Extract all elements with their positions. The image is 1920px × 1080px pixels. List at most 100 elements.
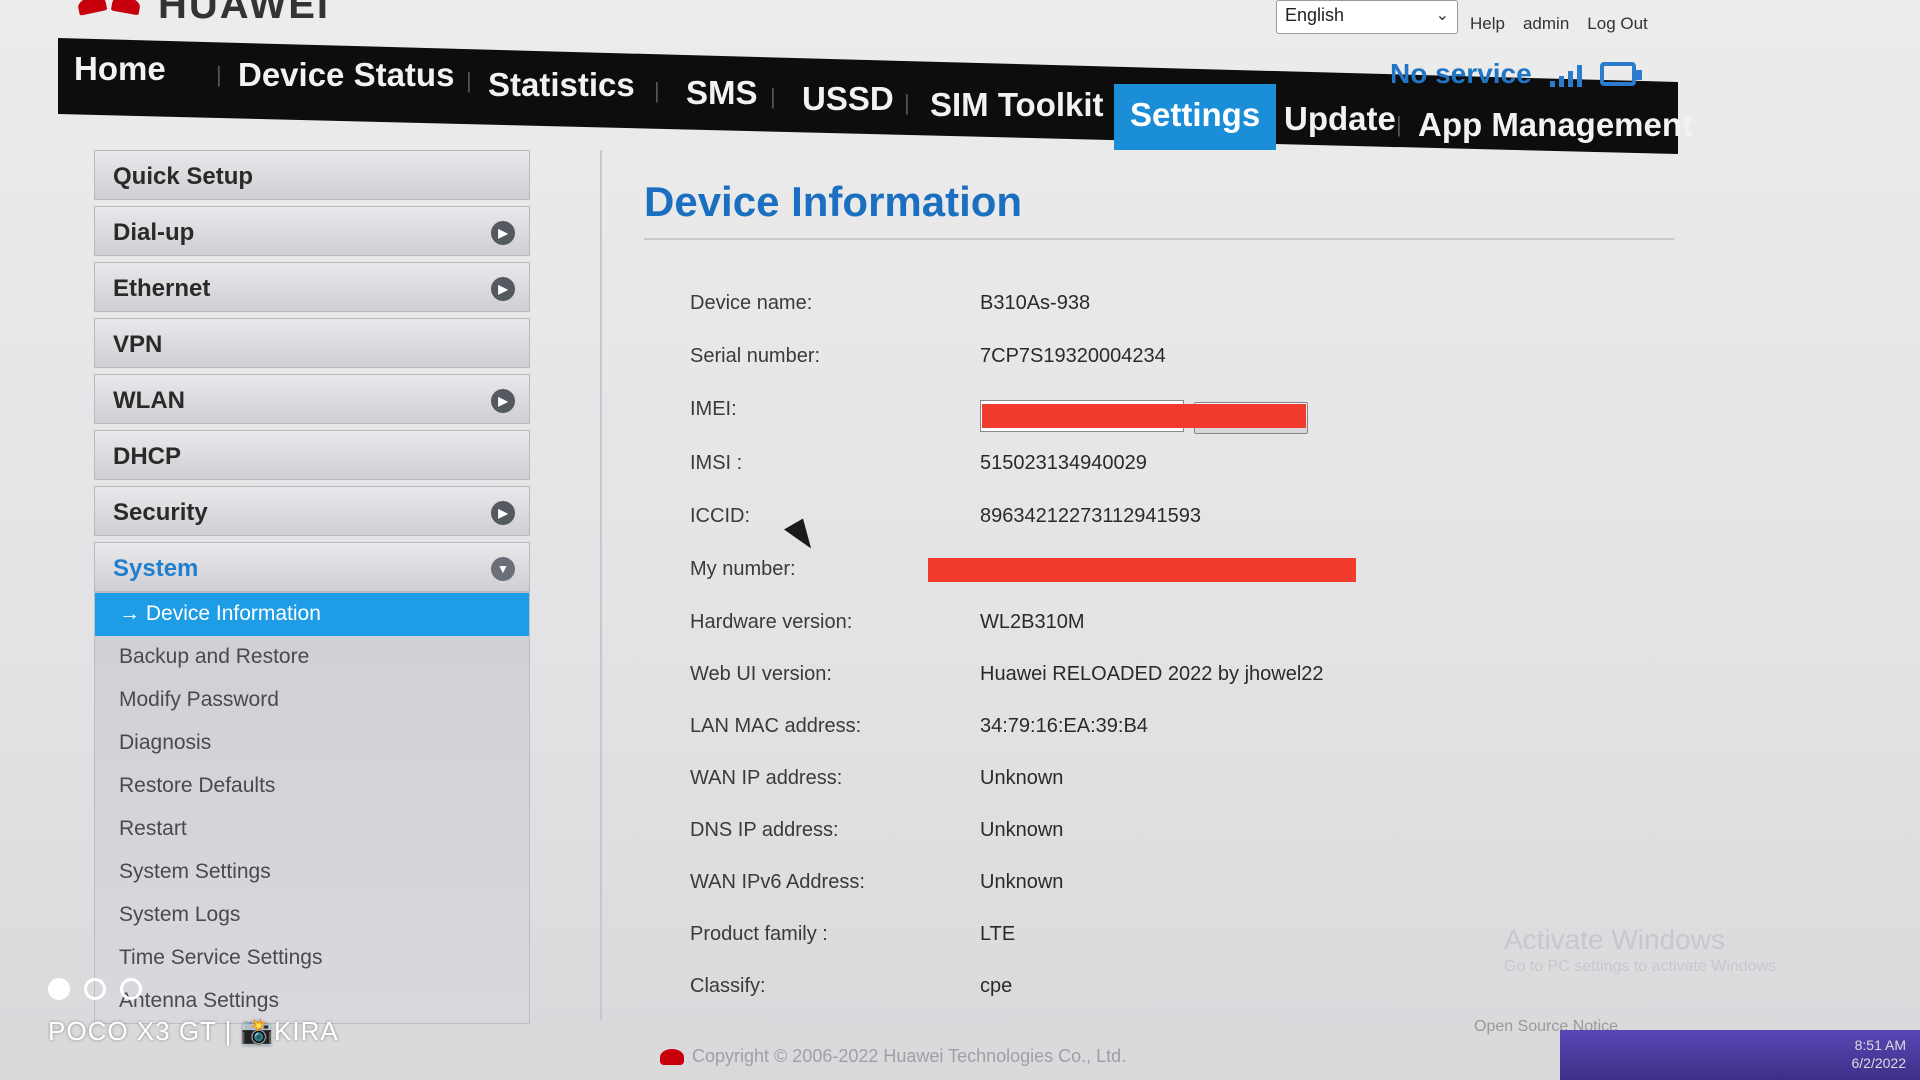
sidebar-item-label: Quick Setup bbox=[113, 163, 254, 190]
info-label: Product family : bbox=[690, 923, 828, 945]
info-row-hardware-version: Hardware version: WL2B310M bbox=[690, 611, 1590, 641]
sidebar-item-label: Ethernet bbox=[113, 275, 211, 302]
my-number-redaction bbox=[928, 558, 1356, 582]
help-link[interactable]: Help bbox=[1470, 14, 1505, 34]
huawei-logo-icon bbox=[660, 1048, 684, 1065]
nav-device-status[interactable]: Device Status bbox=[238, 56, 454, 94]
nav-statistics[interactable]: Statistics bbox=[488, 66, 635, 104]
info-label: IMSI : bbox=[690, 452, 743, 474]
info-value: 7CP7S19320004234 bbox=[980, 345, 1166, 367]
info-label: LAN MAC address: bbox=[690, 715, 862, 737]
info-row-dns-ip: DNS IP address: Unknown bbox=[690, 819, 1590, 849]
sidebar-item-label: DHCP bbox=[113, 443, 182, 470]
nav-app-management[interactable]: App Management bbox=[1418, 106, 1693, 144]
sidebar-item-wlan[interactable]: WLAN ▶ bbox=[94, 374, 530, 424]
sidebar-sub-restore-defaults[interactable]: Restore Defaults bbox=[95, 765, 529, 808]
info-value: 89634212273112941593 bbox=[980, 505, 1201, 527]
info-row-lan-mac: LAN MAC address: 34:79:16:EA:39:B4 bbox=[690, 715, 1590, 745]
sidebar-item-label: VPN bbox=[113, 331, 163, 358]
sidebar-sub-backup-restore[interactable]: Backup and Restore bbox=[95, 636, 529, 679]
info-row-device-name: Device name: B310As-938 bbox=[690, 292, 1590, 322]
sidebar-item-dhcp[interactable]: DHCP bbox=[94, 430, 530, 480]
info-row-wan-ipv6: WAN IPv6 Address: Unknown bbox=[690, 871, 1590, 901]
chevron-down-icon: ⌄ bbox=[1435, 7, 1449, 24]
top-strip: HUAWEI English ⌄ Help admin Log Out bbox=[0, 0, 1920, 42]
camera-dots-icon bbox=[48, 978, 142, 1000]
info-value: Huawei RELOADED 2022 by jhowel22 bbox=[980, 663, 1324, 685]
info-row-serial-number: Serial number: 7CP7S19320004234 bbox=[690, 345, 1590, 375]
chevron-right-icon: ▶ bbox=[491, 389, 515, 413]
sidebar-sub-system-settings[interactable]: System Settings bbox=[95, 851, 529, 894]
camera-watermark: POCO X3 GT | 📸KIRA bbox=[48, 1016, 339, 1046]
monitor-icon bbox=[1599, 62, 1642, 86]
info-value: cpe bbox=[980, 975, 1013, 997]
info-value: 34:79:16:EA:39:B4 bbox=[980, 715, 1148, 737]
info-row-iccid: ICCID: 89634212273112941593 bbox=[690, 505, 1590, 535]
sidebar-item-label: WLAN bbox=[113, 387, 185, 414]
sidebar-sub-time-service-settings[interactable]: Time Service Settings bbox=[95, 937, 529, 980]
sidebar-sub-device-information[interactable]: → Device Information bbox=[95, 593, 529, 636]
logout-link[interactable]: Log Out bbox=[1587, 14, 1648, 34]
info-label: Web UI version: bbox=[690, 663, 832, 685]
info-label: My number: bbox=[690, 558, 796, 580]
language-selected: English bbox=[1285, 5, 1345, 25]
sidebar-item-ethernet[interactable]: Ethernet ▶ bbox=[94, 262, 530, 312]
nav-sim-toolkit[interactable]: SIM Toolkit bbox=[930, 86, 1104, 124]
sidebar-item-system[interactable]: System ▼ bbox=[94, 542, 530, 592]
logo-text: HUAWEI bbox=[158, 0, 330, 27]
top-links: Help admin Log Out bbox=[1470, 14, 1648, 34]
chevron-right-icon: ▶ bbox=[491, 501, 515, 525]
activate-windows-watermark: Activate Windows bbox=[1504, 924, 1725, 955]
huawei-logo-icon bbox=[76, 0, 148, 17]
arrow-right-icon: → bbox=[119, 602, 140, 625]
sidebar-item-label: Dial-up bbox=[113, 219, 195, 246]
info-label: Serial number: bbox=[690, 345, 821, 367]
footer: Copyright © 2006-2022 Huawei Technologie… bbox=[660, 1046, 1126, 1067]
sidebar-item-label: Security bbox=[113, 499, 208, 526]
nav-update[interactable]: Update bbox=[1284, 100, 1396, 138]
sidebar-sub-restart[interactable]: Restart bbox=[95, 808, 529, 851]
content-divider bbox=[600, 150, 602, 1020]
info-label: WAN IP address: bbox=[690, 767, 843, 789]
imei-redaction bbox=[982, 404, 1306, 428]
info-value: Unknown bbox=[980, 767, 1064, 789]
info-value: WL2B310M bbox=[980, 611, 1085, 633]
info-row-wan-ip: WAN IP address: Unknown bbox=[690, 767, 1590, 797]
info-value: 515023134940029 bbox=[980, 452, 1147, 474]
nav-ussd[interactable]: USSD bbox=[802, 80, 894, 118]
sidebar-sub-modify-password[interactable]: Modify Password bbox=[95, 679, 529, 722]
sidebar-item-vpn[interactable]: VPN bbox=[94, 318, 530, 368]
sidebar-sub-label: Device Information bbox=[145, 602, 321, 625]
language-select[interactable]: English ⌄ bbox=[1276, 0, 1458, 34]
admin-link[interactable]: admin bbox=[1523, 14, 1569, 34]
connection-status: No service bbox=[1390, 58, 1642, 90]
activate-windows-subtitle: Go to PC settings to activate Windows. bbox=[1504, 958, 1781, 975]
status-text: No service bbox=[1390, 58, 1532, 89]
info-label: Classify: bbox=[690, 975, 766, 997]
chevron-right-icon: ▶ bbox=[491, 221, 515, 245]
info-label: Device name: bbox=[690, 292, 813, 314]
nav-sms[interactable]: SMS bbox=[686, 74, 758, 112]
title-divider bbox=[644, 238, 1674, 240]
info-row-classify: Classify: cpe bbox=[690, 975, 1590, 1005]
taskbar-time: 8:51 AM bbox=[1854, 1037, 1906, 1053]
chevron-right-icon: ▶ bbox=[491, 277, 515, 301]
taskbar-clock[interactable]: 8:51 AM 6/2/2022 bbox=[1852, 1036, 1907, 1072]
sidebar-sub-system-logs[interactable]: System Logs bbox=[95, 894, 529, 937]
nav-settings[interactable]: Settings bbox=[1114, 84, 1277, 150]
info-label: ICCID: bbox=[690, 505, 750, 527]
nav-home[interactable]: Home bbox=[74, 50, 166, 88]
info-value: B310As-938 bbox=[980, 292, 1091, 314]
sidebar-sub-diagnosis[interactable]: Diagnosis bbox=[95, 722, 529, 765]
system-submenu: → Device Information Backup and Restore … bbox=[94, 592, 530, 1024]
info-row-product-family: Product family : LTE bbox=[690, 923, 1590, 953]
info-value: Unknown bbox=[980, 871, 1064, 893]
sidebar-item-quick-setup[interactable]: Quick Setup bbox=[94, 150, 530, 200]
chevron-down-icon: ▼ bbox=[491, 557, 515, 581]
info-row-imsi: IMSI : 515023134940029 bbox=[690, 452, 1590, 482]
windows-taskbar: 8:51 AM 6/2/2022 bbox=[1560, 1030, 1920, 1080]
info-value: Unknown bbox=[980, 819, 1064, 841]
sidebar-item-security[interactable]: Security ▶ bbox=[94, 486, 530, 536]
sidebar-item-dial-up[interactable]: Dial-up ▶ bbox=[94, 206, 530, 256]
info-value: LTE bbox=[980, 923, 1016, 945]
